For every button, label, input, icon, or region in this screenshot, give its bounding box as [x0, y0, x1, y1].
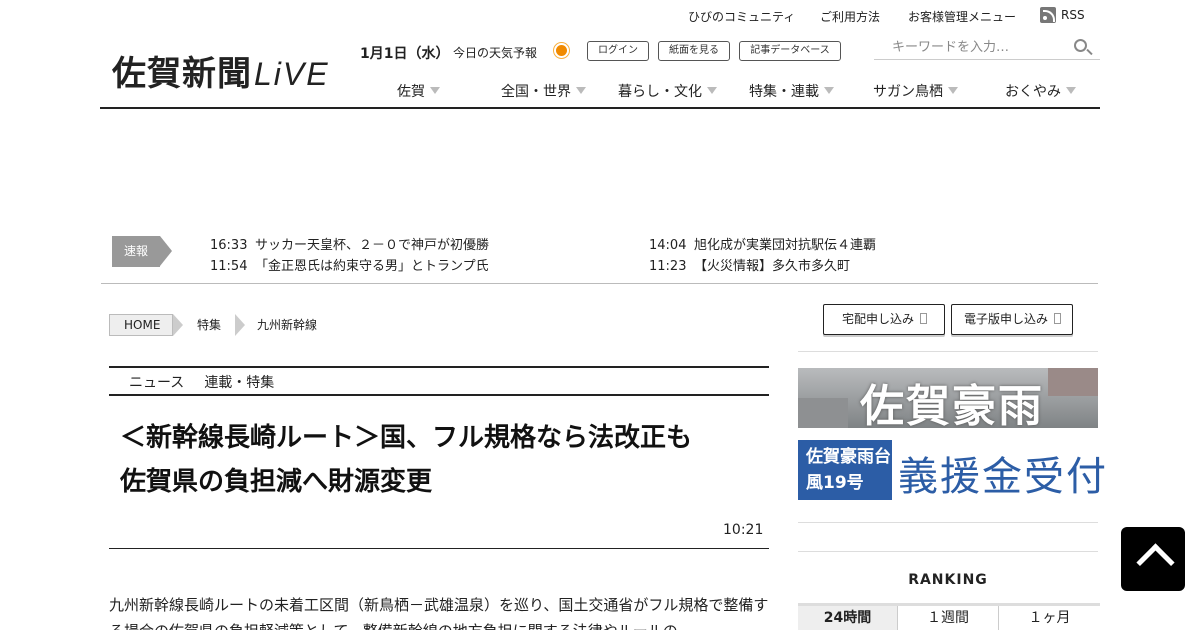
saga-heavy-rain-banner[interactable]: 佐賀豪雨 [798, 368, 1098, 428]
breaking-item[interactable]: 11:23 【火災情報】多久市多久町 [649, 255, 850, 274]
tab-24h[interactable]: 24時間 [798, 606, 898, 630]
nav-item-national-world[interactable]: 全国・世界 [501, 81, 586, 101]
breadcrumb-current: 九州新幹線 [257, 318, 318, 332]
sidebar-divider [798, 551, 1098, 552]
search-icon[interactable] [1074, 39, 1087, 52]
chevron-down-icon [430, 87, 440, 94]
nav-item-saga[interactable]: 佐賀 [397, 81, 440, 101]
search-input[interactable] [874, 35, 1064, 59]
donation-banner-label: 佐賀豪雨台風19号 [798, 440, 892, 500]
breadcrumb-feature[interactable]: 特集 [173, 314, 245, 336]
category-rule-bottom [109, 394, 769, 396]
article-database-button[interactable]: 記事データベース [739, 41, 841, 61]
digital-subscribe-button[interactable]: 電子版申し込み [951, 304, 1073, 335]
ranking-tabs: 24時間 １週間 １ヶ月 [798, 606, 1100, 630]
view-paper-button[interactable]: 紙面を見る [658, 41, 730, 61]
headline-divider [109, 548, 769, 549]
article-body: 九州新幹線長崎ルートの未着工区間（新鳥栖－武雄温泉）を巡り、国土交通省がフル規格… [109, 596, 769, 630]
donation-banner[interactable]: 佐賀豪雨台風19号 義援金受付 [798, 440, 1106, 500]
breaking-item[interactable]: 16:33 サッカー天皇杯、２－０で神戸が初優勝 [210, 234, 489, 253]
chevron-down-icon [948, 87, 958, 94]
main-nav: 佐賀 全国・世界 暮らし・文化 特集・連載 サガン鳥栖 おくやみ [0, 78, 1200, 102]
nav-item-features[interactable]: 特集・連載 [749, 81, 834, 101]
nav-item-obituaries[interactable]: おくやみ [1005, 81, 1076, 101]
top-links: ひびのコミュニティ ご利用方法 お客様管理メニュー RSS [0, 7, 1200, 25]
chevron-down-icon [824, 87, 834, 94]
category-rule-top [109, 366, 769, 368]
chevron-down-icon [1066, 87, 1076, 94]
weather-link[interactable]: 今日の天気予報 [453, 44, 537, 61]
sidebar-divider [798, 351, 1098, 352]
login-button[interactable]: ログイン [587, 41, 649, 61]
header-divider [100, 107, 1100, 109]
nav-item-sagan-tosu[interactable]: サガン鳥栖 [873, 81, 958, 101]
current-date: 1月1日（水） [360, 46, 450, 62]
breaking-item[interactable]: 14:04 旭化成が実業団対抗駅伝４連覇 [649, 234, 876, 253]
chevron-down-icon [576, 87, 586, 94]
phone-icon [1054, 313, 1062, 324]
banner-title: 佐賀豪雨 [860, 381, 1044, 428]
sun-icon [556, 45, 567, 56]
article-timestamp: 10:21 [723, 522, 764, 538]
paper-icon [920, 313, 928, 324]
rss-link[interactable]: RSS [1061, 8, 1085, 22]
breaking-divider [101, 283, 1098, 284]
breadcrumb-home[interactable]: HOME [109, 314, 183, 336]
donation-banner-title: 義援金受付 [898, 454, 1108, 500]
delivery-subscribe-button[interactable]: 宅配申し込み [823, 304, 945, 335]
tab-1month[interactable]: １ヶ月 [999, 606, 1100, 630]
usage-link[interactable]: ご利用方法 [820, 8, 880, 25]
customer-menu-link[interactable]: お客様管理メニュー [908, 8, 1016, 25]
ranking-title: RANKING [908, 572, 988, 588]
community-link[interactable]: ひびのコミュニティ [688, 8, 795, 25]
search-box [874, 35, 1100, 60]
nav-item-life-culture[interactable]: 暮らし・文化 [618, 81, 717, 101]
sidebar-divider [798, 522, 1098, 523]
tab-1week[interactable]: １週間 [898, 606, 999, 630]
category-news[interactable]: ニュース [129, 375, 184, 391]
rss-icon[interactable] [1040, 7, 1056, 23]
category-series[interactable]: 連載・特集 [204, 375, 274, 391]
breaking-item[interactable]: 11:54 「金正恩氏は約束守る男」とトランプ氏 [210, 255, 489, 274]
scroll-to-top-button[interactable] [1121, 527, 1185, 591]
article-categories: ニュース 連載・特集 [129, 372, 294, 392]
breaking-badge: 速報 [112, 236, 172, 267]
chevron-down-icon [707, 87, 717, 94]
article-headline: ＜新幹線長崎ルート＞国、フル規格なら法改正も 佐賀県の負担減へ財源変更 [120, 423, 719, 497]
